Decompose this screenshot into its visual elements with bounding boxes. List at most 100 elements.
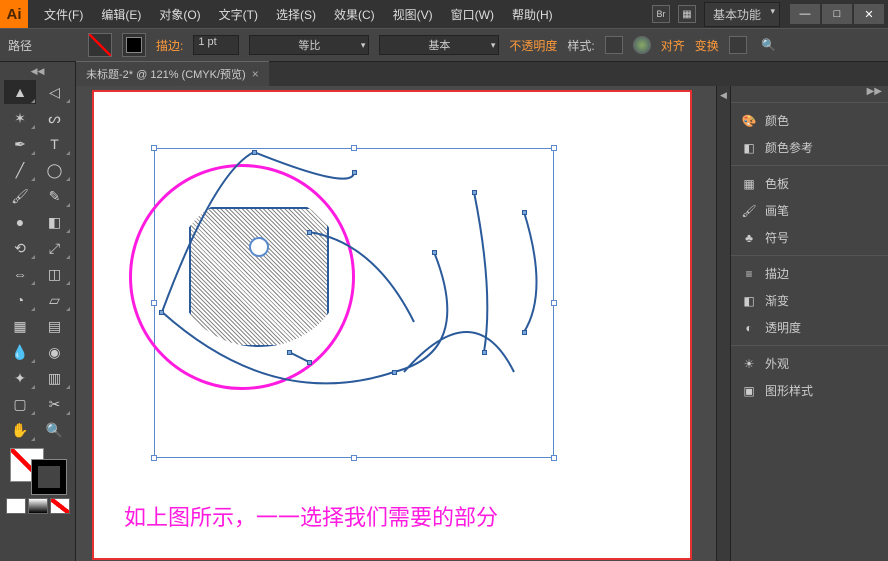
eraser-tool[interactable]: ◧ [39, 210, 71, 234]
panel-graphic-styles[interactable]: ▣ 图形样式 [731, 377, 888, 404]
workspace-switcher[interactable]: 基本功能 [704, 2, 780, 27]
tab-close-icon[interactable]: × [252, 67, 259, 81]
width-tool[interactable]: ⇔ [4, 262, 36, 286]
menu-effect[interactable]: 效果(C) [326, 2, 383, 27]
lasso-tool[interactable]: ᔕ [39, 106, 71, 130]
pen-tool[interactable]: ✒ [4, 132, 36, 156]
blob-brush-tool[interactable]: ● [4, 210, 36, 234]
recolor-icon[interactable] [633, 36, 651, 54]
menu-select[interactable]: 选择(S) [268, 2, 324, 27]
selection-type-label: 路径 [8, 37, 32, 54]
opacity-label[interactable]: 不透明度 [509, 37, 557, 54]
zoom-tool[interactable]: 🔍 [39, 418, 71, 442]
anchor-point[interactable] [252, 150, 257, 155]
anchor-point[interactable] [522, 210, 527, 215]
none-mode-button[interactable] [50, 498, 70, 514]
close-button[interactable]: ✕ [854, 4, 884, 24]
stroke-label[interactable]: 描边: [156, 37, 183, 54]
panel-transparency[interactable]: ◐ 透明度 [731, 314, 888, 341]
slice-tool[interactable]: ✂ [39, 392, 71, 416]
hand-tool[interactable]: ✋ [4, 418, 36, 442]
menu-edit[interactable]: 编辑(E) [93, 2, 149, 27]
tools-collapse-icon[interactable]: ◀◀ [4, 66, 71, 80]
ellipse-tool[interactable]: ◯ [39, 158, 71, 182]
bridge-icon[interactable]: Br [652, 5, 670, 23]
panel-label: 透明度 [765, 319, 801, 336]
menu-file[interactable]: 文件(F) [36, 2, 91, 27]
anchor-point[interactable] [352, 170, 357, 175]
scale-tool[interactable]: ⤢ [39, 236, 71, 260]
path-curves[interactable] [94, 92, 690, 558]
shape-builder-tool[interactable]: ◔ [4, 288, 36, 312]
anchor-point[interactable] [432, 250, 437, 255]
fill-swatch[interactable] [88, 33, 112, 57]
fill-stroke-indicator[interactable] [10, 448, 66, 494]
artboard-tool[interactable]: ▢ [4, 392, 36, 416]
magic-wand-tool[interactable]: ✶ [4, 106, 36, 130]
arrange-docs-icon[interactable]: ▦ [678, 5, 696, 23]
direct-selection-tool[interactable]: ◁ [39, 80, 71, 104]
anchor-point[interactable] [307, 230, 312, 235]
eyedropper-tool[interactable]: 💧 [4, 340, 36, 364]
anchor-point[interactable] [287, 350, 292, 355]
gradient-tool[interactable]: ▤ [39, 314, 71, 338]
free-transform-tool[interactable]: ◫ [39, 262, 71, 286]
panel-dock-collapse[interactable]: ◀ [716, 86, 730, 561]
document-tab[interactable]: 未标题-2* @ 121% (CMYK/预览) × [76, 61, 269, 86]
canvas-area[interactable]: 如上图所示，一一选择我们需要的部分 [76, 86, 716, 561]
menu-view[interactable]: 视图(V) [385, 2, 441, 27]
transform-label[interactable]: 变换 [695, 37, 719, 54]
isolate-icon[interactable] [729, 36, 747, 54]
anchor-point[interactable] [392, 370, 397, 375]
dock-arrow-icon: ◀ [717, 86, 730, 104]
blend-tool[interactable]: ◉ [39, 340, 71, 364]
brushes-icon: 🖌 [741, 203, 757, 219]
panel-brushes[interactable]: 🖌 画笔 [731, 197, 888, 224]
menu-help[interactable]: 帮助(H) [504, 2, 561, 27]
panel-label: 符号 [765, 229, 789, 246]
line-tool[interactable]: ╱ [4, 158, 36, 182]
panel-color[interactable]: 🎨 颜色 [731, 107, 888, 134]
panel-stroke[interactable]: ≡ 描边 [731, 260, 888, 287]
maximize-button[interactable]: □ [822, 4, 852, 24]
symbol-sprayer-tool[interactable]: ✦ [4, 366, 36, 390]
menu-object[interactable]: 对象(O) [151, 2, 208, 27]
column-graph-tool[interactable]: ▥ [39, 366, 71, 390]
stroke-weight-input[interactable]: 1 pt [193, 35, 239, 55]
anchor-point[interactable] [522, 330, 527, 335]
style-dropdown[interactable] [605, 36, 623, 54]
graphic-styles-icon: ▣ [741, 383, 757, 399]
panels-collapse-icon[interactable]: ▶▶ [731, 86, 888, 102]
anchor-point[interactable] [307, 360, 312, 365]
type-tool[interactable]: T [39, 132, 71, 156]
anchor-point[interactable] [472, 190, 477, 195]
perspective-tool[interactable]: ▱ [39, 288, 71, 312]
anchor-point[interactable] [482, 350, 487, 355]
panel-appearance[interactable]: ☀ 外观 [731, 350, 888, 377]
stroke-indicator[interactable] [32, 460, 66, 494]
brush-definition-dropdown[interactable]: 基本 [379, 35, 499, 55]
minimize-button[interactable]: — [790, 4, 820, 24]
stroke-profile-dropdown[interactable]: 等比 [249, 35, 369, 55]
selection-tool[interactable]: ▲ [4, 80, 36, 104]
menu-window[interactable]: 窗口(W) [443, 2, 502, 27]
align-label[interactable]: 对齐 [661, 37, 685, 54]
panel-swatches[interactable]: ▦ 色板 [731, 170, 888, 197]
mesh-tool[interactable]: ▦ [4, 314, 36, 338]
paintbrush-tool[interactable]: 🖌 [4, 184, 36, 208]
panel-color-guide[interactable]: ◧ 颜色参考 [731, 134, 888, 161]
search-icon[interactable]: 🔍 [757, 35, 781, 55]
artboard[interactable]: 如上图所示，一一选择我们需要的部分 [92, 90, 692, 560]
instruction-text: 如上图所示，一一选择我们需要的部分 [124, 500, 498, 532]
anchor-point[interactable] [159, 310, 164, 315]
right-panels: ▶▶ 🎨 颜色 ◧ 颜色参考 ▦ 色板 🖌 画笔 ♣ 符号 [730, 86, 888, 561]
appearance-icon: ☀ [741, 356, 757, 372]
gradient-mode-button[interactable] [28, 498, 48, 514]
rotate-tool[interactable]: ⟲ [4, 236, 36, 260]
panel-gradient[interactable]: ◧ 渐变 [731, 287, 888, 314]
menu-type[interactable]: 文字(T) [211, 2, 266, 27]
panel-symbols[interactable]: ♣ 符号 [731, 224, 888, 251]
pencil-tool[interactable]: ✎ [39, 184, 71, 208]
stroke-swatch[interactable] [122, 33, 146, 57]
color-mode-button[interactable] [6, 498, 26, 514]
